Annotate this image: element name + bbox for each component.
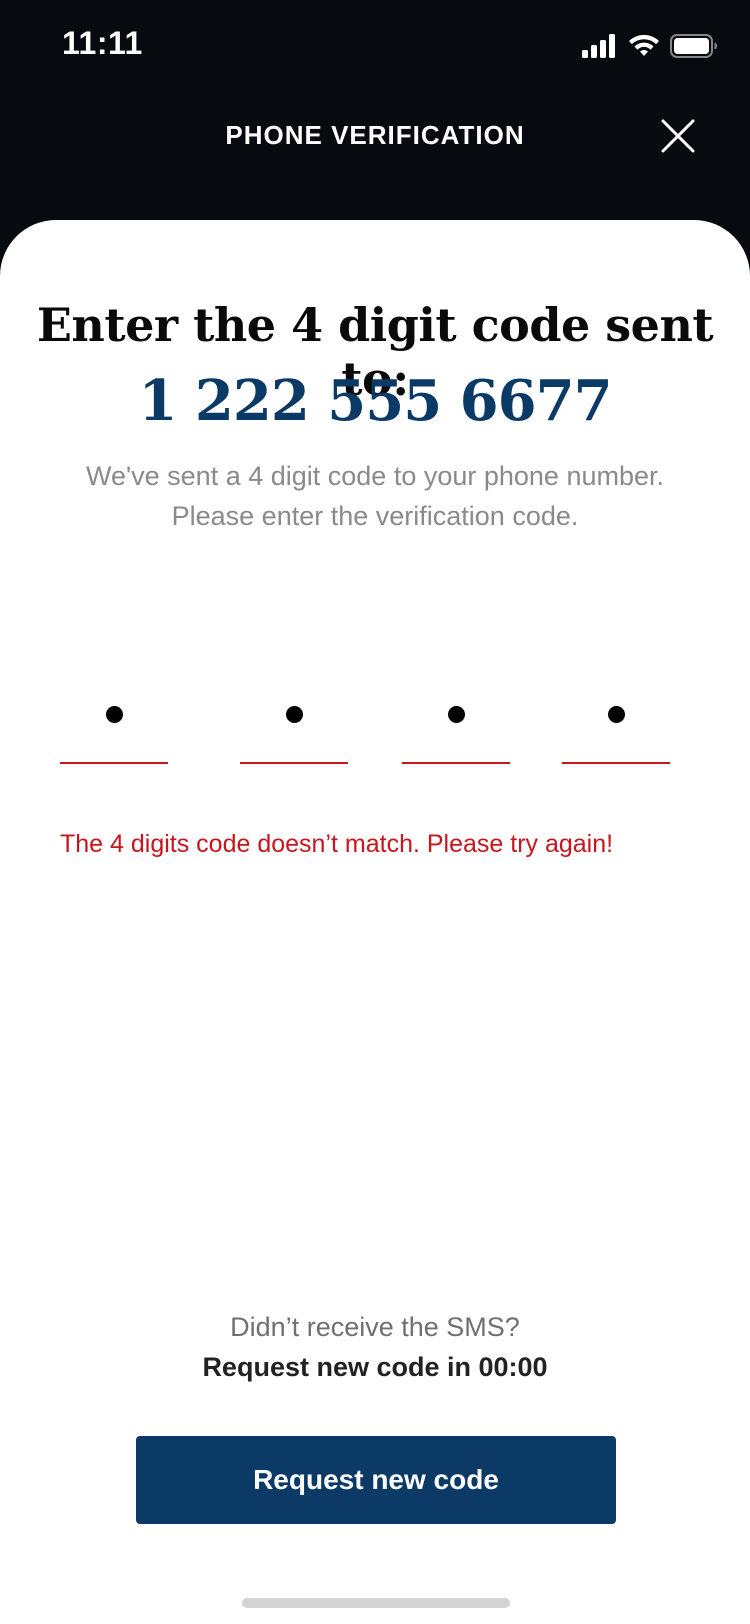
wifi-icon [629,34,659,56]
request-new-code-button[interactable]: Request new code [136,1436,616,1524]
signal-icon [582,34,615,58]
header-title: PHONE VERIFICATION [225,120,525,150]
status-icons [582,32,718,60]
code-digit-underline [240,762,348,764]
close-icon [661,119,695,153]
code-digit-1[interactable] [60,688,168,768]
code-input-row [0,688,750,768]
code-digit-4[interactable] [562,688,670,768]
code-digit-dot [448,706,465,723]
code-digit-dot [608,706,625,723]
battery-icon [670,34,717,58]
status-time: 11:11 [62,25,143,61]
close-button[interactable] [658,116,698,156]
resend-timer: Request new code in 00:00 [202,1352,548,1382]
phone-number: 1 222 555 6677 [138,368,612,434]
code-digit-underline [562,762,670,764]
code-digit-underline [60,762,168,764]
header: PHONE VERIFICATION [0,100,750,172]
code-digit-dot [286,706,303,723]
phone-verification-screen: 11:11 PHONE VERIFICATION Enter the 4 dig… [0,0,750,1624]
verification-sheet: Enter the 4 digit code sent to: 1 222 55… [0,220,750,1624]
code-digit-2[interactable] [240,688,348,768]
error-message: The 4 digits code doesn’t match. Please … [60,830,614,858]
status-bar: 11:11 [0,0,750,90]
instruction-text: We've sent a 4 digit code to your phone … [85,461,665,531]
home-indicator [242,1598,510,1608]
code-digit-3[interactable] [402,688,510,768]
resend-prompt: Didn’t receive the SMS? [230,1312,520,1342]
code-digit-underline [402,762,510,764]
code-digit-dot [106,706,123,723]
